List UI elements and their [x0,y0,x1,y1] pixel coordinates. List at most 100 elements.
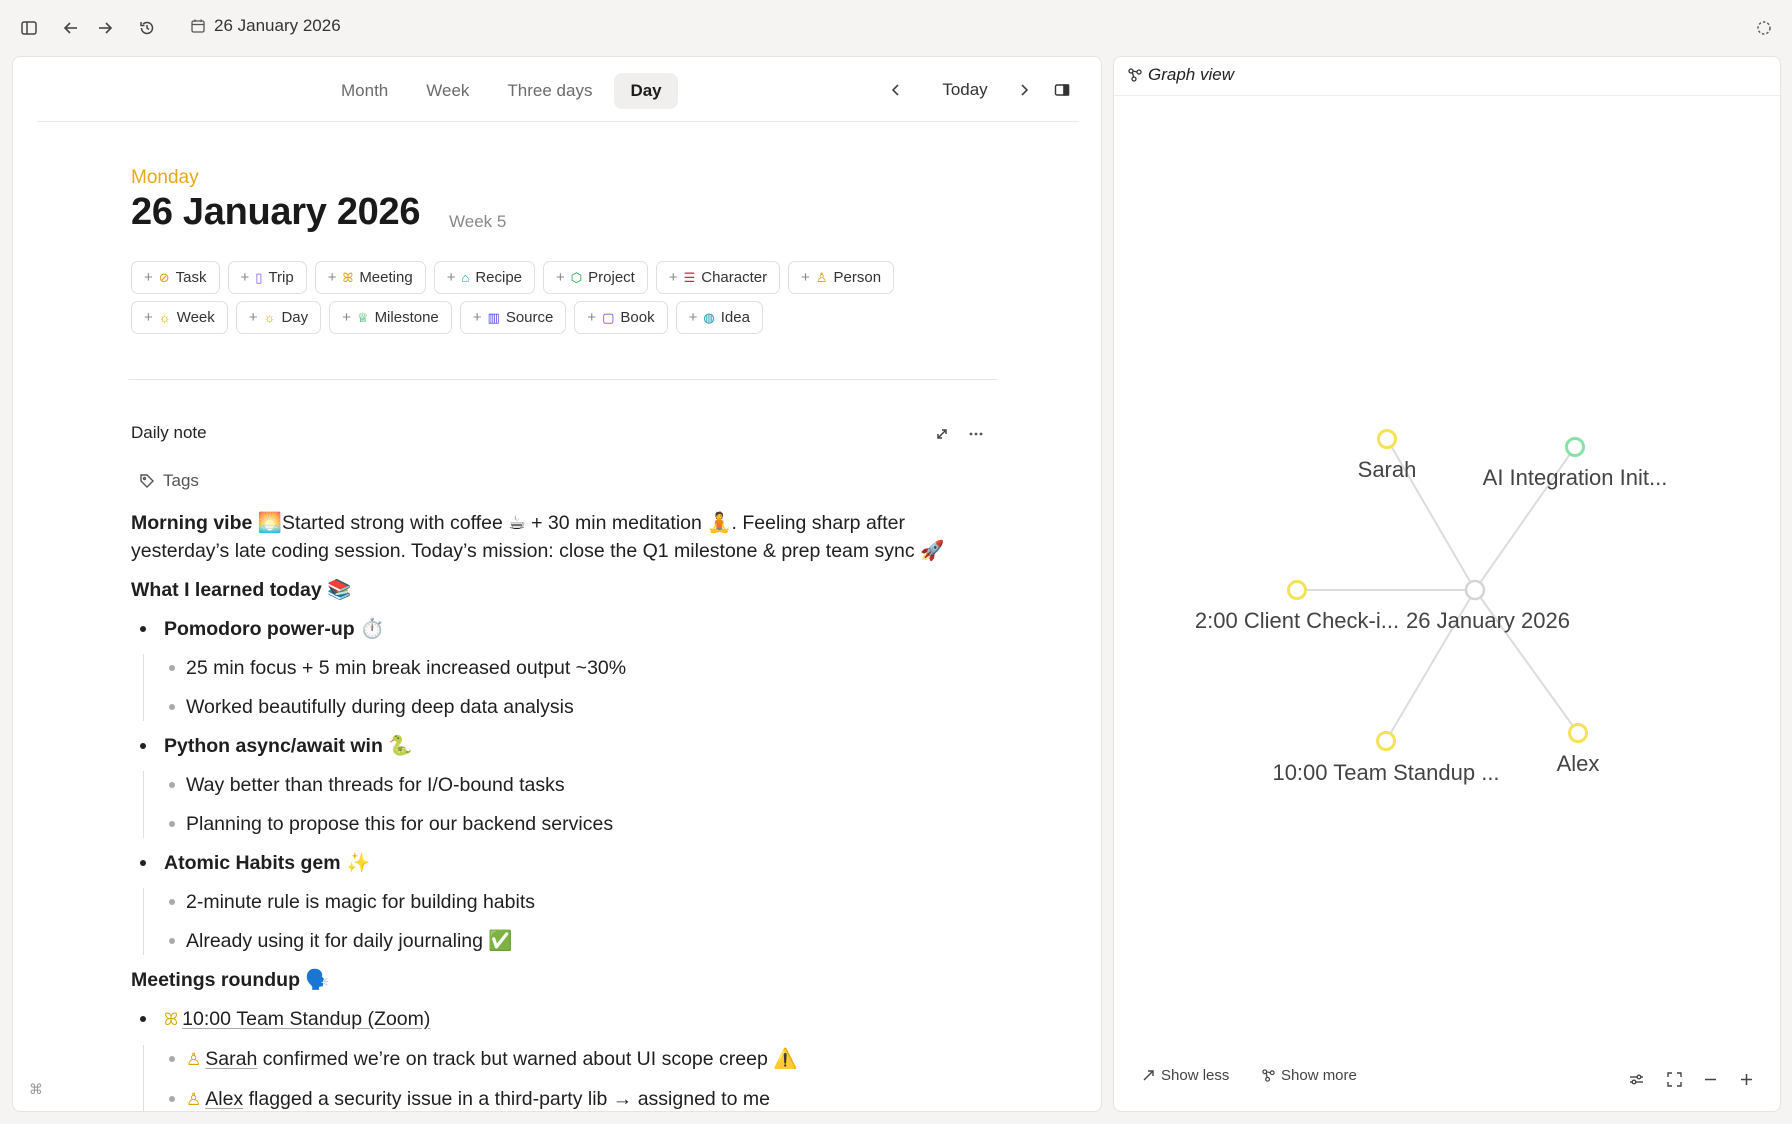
person-link-alex[interactable]: Alex [205,1088,243,1110]
list-item: 2-minute rule is magic for building habi… [132,888,1001,916]
add-idea-button[interactable]: + ◍ Idea [675,301,763,334]
list-item: Already using it for daily journaling ✅ [132,927,1001,955]
collapse-icon [1143,1070,1154,1081]
add-person-button[interactable]: + ♙ Person [788,261,895,294]
day-icon: ☼ [263,310,276,325]
add-project-button[interactable]: + ⬡ Project [543,261,648,294]
zoom-in-icon[interactable] [1734,1067,1758,1091]
sub-list: 25 min focus + 5 min break increased out… [143,654,1001,721]
book-icon: ▢ [602,310,615,325]
chip-label: Task [175,269,207,286]
zoom-out-icon[interactable] [1698,1067,1722,1091]
list-item: 25 min focus + 5 min break increased out… [132,654,1001,682]
graph-node-label: 2:00 Client Check-i... [1195,608,1399,633]
graph-view-panel: Graph view 26 January 2026 Sarah AI Integr… [1113,56,1781,1112]
plus-icon: + [446,269,456,286]
calendar-icon [191,19,205,33]
graph-node[interactable] [1287,580,1307,600]
list-item-text: flagged a security issue in a third-part… [243,1088,770,1110]
tab-month[interactable]: Month [325,73,404,109]
meeting-link[interactable]: 10:00 Team Standup (Zoom) [182,1008,430,1030]
calendar-day-panel: Month Week Three days Day Today Monday 2… [12,56,1102,1112]
graph-node-label: Alex [1557,751,1600,776]
previous-icon[interactable] [883,73,909,107]
graph-node-label: 10:00 Team Standup ... [1272,760,1499,785]
plus-icon: + [342,309,351,326]
plus-icon: + [556,269,565,286]
show-more-button[interactable]: Show more [1262,1067,1357,1084]
chip-label: Source [505,309,554,326]
show-more-label: Show more [1281,1067,1357,1084]
plus-icon: + [144,269,153,286]
sidebar-toggle-icon[interactable] [14,14,44,42]
tab-three-days[interactable]: Three days [491,73,608,109]
person-link-sarah[interactable]: Sarah [205,1048,257,1070]
add-task-button[interactable]: + ⊘ Task [131,261,220,294]
fullscreen-icon[interactable] [1662,1067,1686,1091]
graph-canvas[interactable]: 26 January 2026 Sarah AI Integration Init.… [1114,57,1781,1057]
show-less-button[interactable]: Show less [1142,1067,1229,1084]
list-item: Pomodoro power-up ⏱️ [131,615,1001,643]
view-bar-divider [37,121,1079,122]
plus-icon: + [248,309,258,326]
add-recipe-button[interactable]: + ⌂ Recipe [433,261,536,294]
back-arrow-icon[interactable] [56,14,86,42]
task-icon: ⊘ [158,270,170,285]
add-trip-button[interactable]: + ▯ Trip [227,261,307,294]
source-icon: ▥ [487,310,500,325]
sub-list: ♙ Sarah confirmed we’re on track but warn… [143,1045,1001,1111]
today-button[interactable]: Today [925,73,1005,107]
add-week-button[interactable]: + ☼ Week [131,301,228,334]
list-item: Atomic Habits gem ✨ [131,849,1001,877]
chip-label: Trip [268,269,294,286]
breadcrumb-date[interactable]: 26 January 2026 [190,16,341,36]
graph-node[interactable] [1565,437,1585,457]
meetings-heading: Meetings roundup 🗣️ [131,969,330,991]
command-icon[interactable]: ⌘ [29,1081,43,1098]
graph-node-center[interactable] [1464,579,1486,601]
plus-icon: + [472,309,482,326]
list-item-title: Python async/await win 🐍 [164,735,413,757]
next-icon[interactable] [1011,73,1037,107]
plus-icon: + [801,269,810,286]
add-book-button[interactable]: + ▢ Book [574,301,668,334]
person-icon: ♙ [815,270,828,285]
add-milestone-button[interactable]: + ♕ Milestone [329,301,452,334]
tab-week[interactable]: Week [410,73,485,109]
chip-label: Idea [720,309,750,326]
section-divider [129,379,997,380]
quick-add-row-2: + ☼ Week + ☼ Day + ♕ Milestone + ▥ Source + ▢ Book + ◍ Id… [131,301,991,334]
chip-label: Project [588,269,635,286]
daily-note-content[interactable]: Morning vibe 🌅Started strong with coffee… [131,509,1001,1111]
chip-label: Week [176,309,215,326]
expand-icon[interactable] [929,421,955,447]
meeting-icon: ꕤ [164,1010,179,1029]
add-day-button[interactable]: + ☼ Day [235,301,322,334]
sync-icon[interactable] [1749,14,1779,42]
intro-text: 🌅Started strong with coffee ☕ + 30 min m… [131,512,945,562]
more-options-icon[interactable] [963,421,989,447]
add-source-button[interactable]: + ▥ Source [459,301,567,334]
recipe-icon: ⌂ [461,270,470,285]
add-meeting-button[interactable]: + ꕤ Meeting [314,261,426,294]
show-less-label: Show less [1161,1067,1230,1084]
history-icon[interactable] [132,14,162,42]
graph-node[interactable] [1376,731,1396,751]
graph-settings-icon[interactable] [1624,1067,1648,1091]
forward-arrow-icon[interactable] [90,14,120,42]
quick-add-chips: + ⊘ Task + ▯ Trip + ꕤ Meeting + ⌂ Recipe + ⬡ Project + ☰… [131,261,991,341]
quick-add-row-1: + ⊘ Task + ▯ Trip + ꕤ Meeting + ⌂ Recipe + ⬡ Project + ☰… [131,261,991,294]
side-panel-toggle-icon[interactable] [1047,73,1077,107]
tags-label: Tags [163,471,199,490]
tags-field[interactable]: Tags [139,471,199,491]
tab-day[interactable]: Day [614,73,678,109]
graph-node[interactable] [1568,723,1588,743]
add-character-button[interactable]: + ☰ Character [655,261,781,294]
chip-label: Book [620,309,655,326]
chip-label: Milestone [374,309,439,326]
breadcrumb-date-label: 26 January 2026 [214,16,341,35]
character-icon: ☰ [683,270,696,285]
project-icon: ⬡ [570,270,583,285]
graph-node[interactable] [1377,429,1397,449]
list-item-text: confirmed we’re on track but warned abou… [257,1048,798,1070]
